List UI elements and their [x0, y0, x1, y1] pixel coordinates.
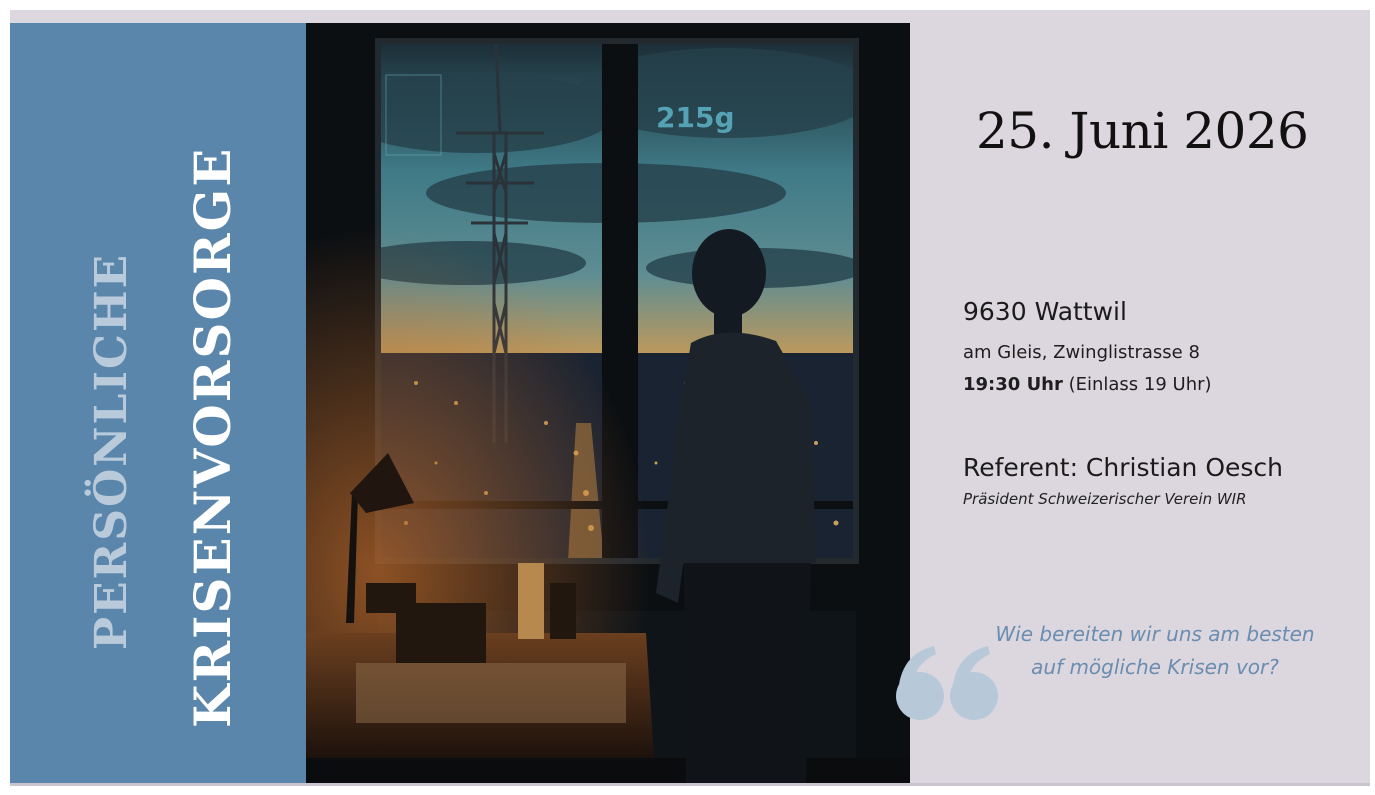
- title-banner: PERSÖNLICHE KRISENVORSORGE: [10, 23, 306, 786]
- quote-icon: [894, 644, 1004, 728]
- title-line-1: PERSÖNLICHE: [86, 252, 137, 650]
- event-time-start: 19:30 Uhr: [963, 374, 1063, 395]
- hero-photo: 215g: [306, 23, 910, 786]
- event-time: 19:30 Uhr (Einlass 19 Uhr): [963, 374, 1212, 395]
- speaker-role: Präsident Schweizerischer Verein WIR: [963, 490, 1247, 508]
- quote-text: Wie bereiten wir uns am besten auf mögli…: [995, 622, 1315, 679]
- event-date: 25. Juni 2026: [976, 102, 1309, 160]
- event-time-admission: (Einlass 19 Uhr): [1062, 374, 1212, 395]
- event-city: 9630 Wattwil: [963, 297, 1127, 326]
- bottom-strip: [10, 783, 1370, 786]
- title-line-2: KRISENVORSORGE: [183, 146, 242, 728]
- event-address: am Gleis, Zwinglistrasse 8: [963, 342, 1200, 363]
- event-flyer: PERSÖNLICHE KRISENVORSORGE 25. Juni 2026…: [10, 10, 1370, 786]
- speaker-name: Referent: Christian Oesch: [963, 453, 1284, 482]
